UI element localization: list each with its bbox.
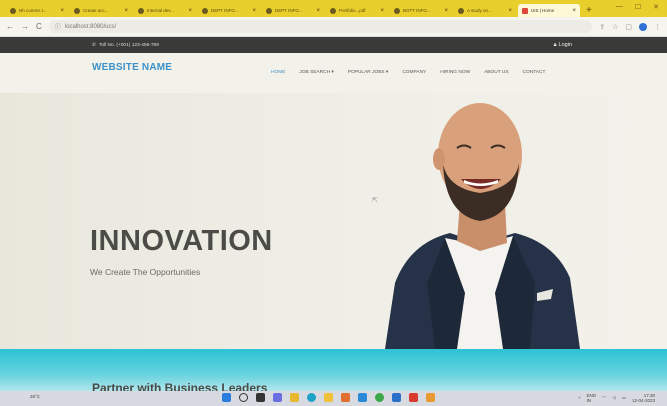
- close-window-icon[interactable]: ✕: [653, 3, 659, 11]
- tab-close-icon[interactable]: ×: [60, 8, 64, 14]
- tab-title: Portfolio...pdf: [339, 8, 366, 13]
- login-link[interactable]: 🔒︎ Login: [554, 42, 572, 49]
- browser-tab[interactable]: A study on... ×: [454, 4, 516, 17]
- weather-widget[interactable]: 26°C: [30, 394, 40, 399]
- phone-icon: ✆: [92, 42, 97, 48]
- tab-favicon-icon: [330, 7, 336, 14]
- browser-tab-strip: Nh comms t... × Create acc... × Internal dev…: [0, 0, 667, 17]
- clock-date: 12-04-2023: [631, 398, 655, 403]
- login-label: Login: [558, 42, 572, 48]
- tab-close-icon[interactable]: ×: [380, 8, 384, 14]
- tab-title: BOTT INFO...: [403, 8, 431, 13]
- pdf-icon[interactable]: [409, 393, 418, 402]
- minimize-icon[interactable]: —: [616, 3, 623, 11]
- sidebar-icon[interactable]: ▢: [625, 23, 632, 31]
- forward-icon[interactable]: →: [21, 22, 29, 31]
- search-icon[interactable]: [239, 393, 248, 402]
- back-icon[interactable]: ←: [6, 22, 14, 31]
- tab-favicon-icon: [458, 7, 464, 14]
- profile-avatar[interactable]: [639, 22, 647, 31]
- hero-person-image: [385, 103, 580, 349]
- share-icon[interactable]: ⇪: [599, 23, 605, 31]
- tab-close-icon[interactable]: ×: [252, 8, 256, 14]
- chrome-icon[interactable]: [375, 393, 384, 402]
- reload-icon[interactable]: C: [36, 22, 42, 31]
- tab-close-icon[interactable]: ×: [188, 8, 192, 14]
- tab-title: Internal dev...: [147, 8, 174, 13]
- browser-tab[interactable]: Portfolio...pdf ×: [326, 4, 388, 17]
- tab-title: UIS | Home: [531, 8, 555, 13]
- start-icon[interactable]: [222, 393, 231, 402]
- phone-number: Toll No. (+001) 123-456-789: [99, 42, 159, 48]
- windows-taskbar: 26°C ^ ENG IN ◠ ◁ ▭ 17:30 12-04-2023: [0, 391, 667, 406]
- new-tab-button[interactable]: +: [586, 4, 592, 17]
- tab-title: DEPT INFO...: [275, 8, 303, 13]
- tab-title: DEPT INFO...: [211, 8, 239, 13]
- browser-tab[interactable]: DEPT INFO... ×: [198, 4, 260, 17]
- nav-item[interactable]: COMPANY: [402, 70, 426, 75]
- volume-icon[interactable]: ◁: [612, 395, 615, 401]
- lock-icon: 🔒︎: [553, 41, 557, 48]
- address-bar[interactable]: ⓘ localhost:8080/ucs/: [48, 20, 593, 33]
- tab-close-icon[interactable]: ×: [572, 8, 576, 14]
- nav-item[interactable]: ABOUT US: [484, 70, 508, 75]
- tab-close-icon[interactable]: ×: [124, 8, 128, 14]
- tab-close-icon[interactable]: ×: [444, 8, 448, 14]
- site-info-icon[interactable]: ⓘ: [55, 22, 61, 31]
- nav-item[interactable]: JOB SEARCH ▾: [299, 70, 333, 75]
- vscode-icon[interactable]: [358, 393, 367, 402]
- nav-item[interactable]: HOME: [271, 70, 285, 75]
- tab-close-icon[interactable]: ×: [508, 8, 512, 14]
- tab-title: Nh comms t...: [19, 8, 47, 13]
- hero-banner: INNOVATION We Create The Opportunities ⇱: [0, 93, 667, 349]
- folder-icon[interactable]: [324, 393, 333, 402]
- wifi-icon[interactable]: ◠: [602, 395, 606, 401]
- clock[interactable]: 17:30 12-04-2023: [632, 393, 655, 403]
- edge-icon[interactable]: [307, 393, 316, 402]
- tab-favicon-icon: [394, 7, 400, 14]
- browser-tab[interactable]: Create acc... ×: [70, 4, 132, 17]
- nav-item[interactable]: HIRING NOW: [440, 70, 470, 75]
- hero-title: INNOVATION: [90, 225, 273, 257]
- app-icon[interactable]: [341, 393, 350, 402]
- tab-title: A study on...: [467, 8, 492, 13]
- main-navigation: HOME JOB SEARCH ▾ POPULAR JOBS ▾ COMPANY HIR…: [271, 70, 545, 75]
- hero-subtitle: We Create The Opportunities: [90, 267, 201, 277]
- system-tray: ^ ENG IN ◠ ◁ ▭ 17:30 12-04-2023: [578, 393, 655, 403]
- browser-tab[interactable]: DEPT INFO... ×: [262, 4, 324, 17]
- window-controls: — ☐ ✕: [616, 3, 659, 11]
- bookmark-star-icon[interactable]: ☆: [612, 23, 618, 31]
- menu-icon[interactable]: ⋮: [654, 23, 661, 31]
- app-orange-icon[interactable]: [426, 393, 435, 402]
- tab-favicon-icon: [74, 7, 80, 14]
- tab-favicon-icon: [10, 7, 16, 14]
- browser-tab[interactable]: Nh comms t... ×: [6, 4, 68, 17]
- url-text: localhost:8080/ucs/: [64, 23, 117, 30]
- tab-favicon-icon: [266, 7, 272, 14]
- chat-icon[interactable]: [273, 393, 282, 402]
- browser-toolbar: ← → C ⓘ localhost:8080/ucs/ ⇪ ☆ ▢ ⋮: [0, 17, 667, 37]
- site-top-bar: ✆ Toll No. (+001) 123-456-789 🔒︎ Login: [0, 37, 667, 53]
- mail-icon[interactable]: [392, 393, 401, 402]
- tab-favicon-icon: [522, 7, 528, 14]
- tab-close-icon[interactable]: ×: [316, 8, 320, 14]
- maximize-icon[interactable]: ☐: [635, 3, 641, 11]
- file-explorer-icon[interactable]: [290, 393, 299, 402]
- browser-tab[interactable]: BOTT INFO... ×: [390, 4, 452, 17]
- task-view-icon[interactable]: [256, 393, 265, 402]
- browser-tab[interactable]: UIS | Home ×: [518, 4, 580, 17]
- browser-tab[interactable]: Internal dev... ×: [134, 4, 196, 17]
- tab-favicon-icon: [138, 7, 144, 14]
- region-indicator: IN: [586, 398, 592, 403]
- nav-item[interactable]: POPULAR JOBS ▾: [348, 70, 389, 75]
- battery-icon[interactable]: ▭: [622, 395, 626, 401]
- nav-item[interactable]: CONTACT: [523, 70, 546, 75]
- tab-favicon-icon: [202, 7, 208, 14]
- site-logo[interactable]: WEBSITE NAME: [92, 62, 172, 73]
- site-header: WEBSITE NAME HOME JOB SEARCH ▾ POPULAR JOB…: [0, 53, 667, 93]
- tab-title: Create acc...: [83, 8, 109, 13]
- tray-chevron-icon[interactable]: ^: [578, 396, 580, 401]
